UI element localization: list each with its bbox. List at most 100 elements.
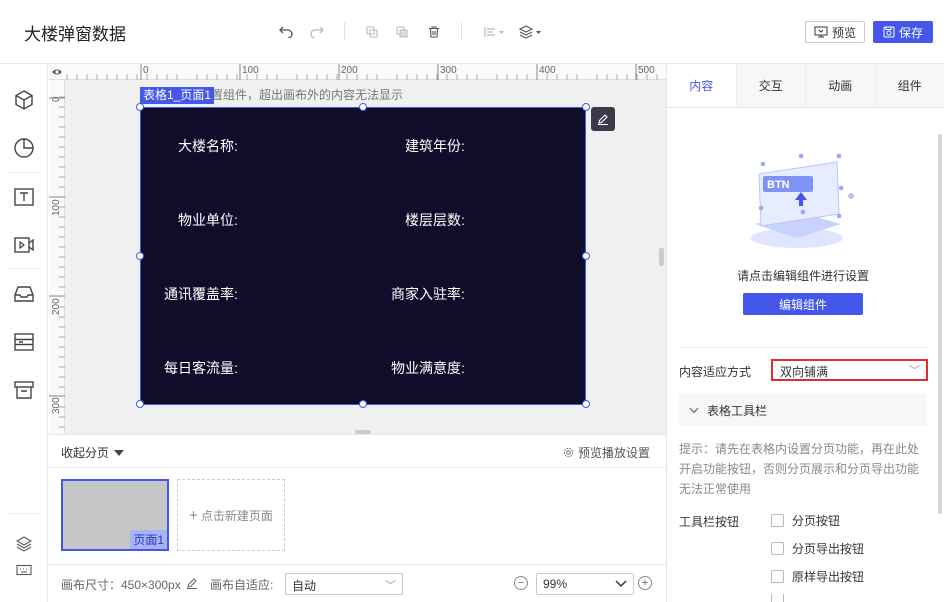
ruler-left: 0 100 200 300 [49, 80, 65, 434]
ruler-label: 200 [51, 298, 62, 315]
paste-icon[interactable] [392, 22, 412, 42]
resize-handle[interactable] [582, 103, 590, 111]
resize-handle[interactable] [136, 400, 144, 408]
preview-button[interactable]: 预览 [805, 21, 865, 43]
edit-pencil-button[interactable] [591, 107, 615, 131]
pencil-icon[interactable] [186, 577, 198, 589]
adapt-select-value: 自动 [292, 579, 317, 593]
new-page-label: 点击新建页面 [200, 508, 273, 523]
resize-handle[interactable] [359, 103, 367, 111]
collapse-pages-toggle[interactable]: 收起分页 [61, 444, 125, 461]
resize-handle[interactable] [582, 400, 590, 408]
checkbox-label: 原样导出按钮 [792, 570, 865, 584]
checkbox[interactable] [771, 542, 784, 555]
toolbar-separator [344, 22, 345, 40]
ruler-label: 0 [51, 96, 62, 102]
canvas-scrollbar-vertical[interactable] [659, 248, 664, 266]
chevron-down-icon [615, 580, 627, 588]
checkbox[interactable] [771, 594, 784, 602]
resize-handle[interactable] [359, 400, 367, 408]
toolbar-hint: 提示：请先在表格内设置分页功能，再在此处开启功能按钮，否则分页展示和分页导出功能… [679, 442, 920, 496]
ruler-label: 400 [539, 65, 556, 76]
table-toolbar-section[interactable]: 表格工具栏 [679, 394, 927, 426]
checkbox-page-export-button[interactable]: 分页导出按钮 [771, 540, 864, 557]
page-thumbnail[interactable]: 页面1 [61, 479, 169, 551]
resize-handle[interactable] [136, 252, 144, 260]
zoom-out-button[interactable]: − [514, 576, 528, 590]
properties-panel: 内容 交互 动画 组件 BTN 请点击编辑组件进行设置 编辑组件 内容适应方式 … [666, 64, 944, 602]
field-label: 物业单位: [178, 212, 238, 228]
inbox-icon[interactable] [12, 282, 36, 306]
panel-divider [679, 347, 927, 348]
illustration-btn-text: BTN [767, 179, 790, 191]
tab-animation[interactable]: 动画 [806, 64, 876, 107]
save-button[interactable]: 保存 [873, 21, 933, 43]
video-icon[interactable] [12, 233, 36, 257]
app-title: 大楼弹窗数据 [24, 25, 126, 44]
save-label: 保存 [898, 25, 923, 40]
chevron-down-icon: ﹀ [909, 365, 920, 377]
chevron-down-icon: ﹀ [385, 580, 396, 592]
ruler-label: 300 [51, 397, 62, 414]
sidebar-divider [8, 513, 40, 514]
field-label: 大楼名称: [178, 138, 238, 154]
monitor-icon [814, 26, 828, 38]
text-icon[interactable] [12, 185, 36, 209]
align-icon[interactable] [482, 22, 508, 42]
tab-component[interactable]: 组件 [875, 64, 944, 107]
pencil-icon [598, 114, 608, 125]
checkbox[interactable] [771, 514, 784, 527]
tab-content[interactable]: 内容 [667, 64, 737, 107]
layers-icon[interactable] [12, 532, 36, 556]
resize-handle[interactable] [136, 103, 144, 111]
copy-icon[interactable] [362, 22, 382, 42]
collapse-pages-label: 收起分页 [61, 446, 110, 460]
preview-playback-settings[interactable]: 预览播放设置 [563, 444, 650, 461]
ruler-top: 0 100 200 300 400 500 [49, 64, 666, 80]
edit-component-button[interactable]: 编辑组件 [743, 293, 863, 315]
toolbar-buttons-label: 工具栏按钮 [679, 515, 740, 529]
ruler-label: 0 [143, 65, 149, 76]
ruler-label: 200 [341, 65, 358, 76]
canvas-size-label: 画布尺寸：450×300px [61, 578, 181, 592]
checkbox-original-export-button[interactable]: 原样导出按钮 [771, 568, 864, 585]
ruler-label: 100 [242, 65, 259, 76]
zoom-select[interactable]: 99% [536, 573, 634, 595]
new-page-button[interactable]: + 点击新建页面 [177, 479, 285, 551]
zoom-in-button[interactable]: + [638, 576, 652, 590]
layer-icon[interactable] [518, 22, 544, 42]
content-fit-value: 双向铺满 [780, 365, 829, 379]
resize-handle[interactable] [582, 252, 590, 260]
table-icon[interactable] [12, 330, 36, 354]
checkbox-partial[interactable] [771, 594, 784, 602]
delete-icon[interactable] [424, 22, 444, 42]
ruler-label: 100 [51, 199, 62, 216]
field-label: 楼层层数: [405, 212, 465, 228]
panel-scrollbar[interactable] [938, 134, 942, 514]
chart-pie-icon[interactable] [12, 136, 36, 160]
zoom-value: 99% [543, 577, 568, 591]
redo-icon[interactable] [307, 22, 327, 42]
chevron-down-icon [689, 407, 699, 413]
eye-icon[interactable] [51, 66, 63, 78]
sidebar-divider [8, 172, 40, 173]
cube-icon[interactable] [12, 88, 36, 112]
adapt-select[interactable]: 自动 ﹀ [285, 573, 403, 595]
component-sidebar [0, 64, 48, 602]
canvas-status-bar: 画布尺寸：450×300px 画布自适应: 自动 ﹀ − 99% + [49, 564, 666, 602]
field-label: 通讯覆盖率: [164, 286, 238, 302]
tab-interaction[interactable]: 交互 [736, 64, 806, 107]
field-label: 每日客流量: [164, 360, 238, 376]
checkbox-page-button[interactable]: 分页按钮 [771, 512, 840, 529]
table-toolbar-title: 表格工具栏 [707, 403, 768, 418]
preview-playback-label: 预览播放设置 [577, 446, 650, 460]
table-component[interactable]: 大楼名称: 建筑年份: 物业单位: 楼层层数: 通讯覆盖率: 商家入驻率: 每日… [140, 107, 586, 405]
caret-down-icon [114, 449, 125, 456]
keyboard-icon[interactable] [12, 558, 36, 582]
gear-icon [563, 447, 574, 458]
undo-icon[interactable] [276, 22, 296, 42]
content-fit-select[interactable]: 双向铺满 ﹀ [771, 359, 928, 381]
checkbox[interactable] [771, 570, 784, 583]
archive-icon[interactable] [12, 378, 36, 402]
design-canvas[interactable]: 0 100 200 300 400 500 0 100 200 300 置组件，… [49, 64, 666, 434]
